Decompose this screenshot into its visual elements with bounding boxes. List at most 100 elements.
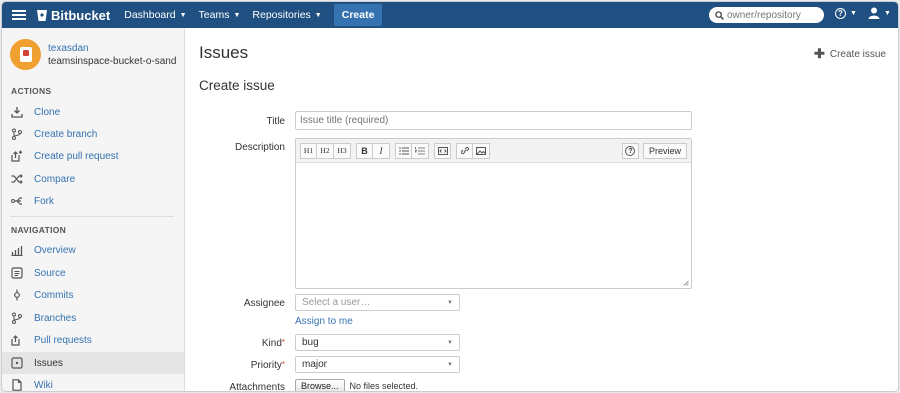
kind-label: Kind*: [261, 338, 285, 349]
branches-icon: [10, 311, 24, 325]
sidebar-item-label: Fork: [34, 195, 54, 207]
search-input[interactable]: [727, 9, 822, 21]
nav-repositories[interactable]: Repositories ▼: [252, 9, 321, 21]
search-icon: [715, 10, 724, 20]
sidebar-item-wiki[interactable]: Wiki: [2, 374, 184, 391]
bold-button[interactable]: B: [356, 142, 373, 159]
repo-avatar[interactable]: [10, 39, 41, 70]
sidebar-item-label: Overview: [34, 244, 76, 256]
sidebar: texasdan teamsinspace-bucket-o-sand ACTI…: [2, 28, 185, 391]
form-title: Create issue: [199, 78, 275, 93]
sidebar-item-fork[interactable]: Fork: [2, 190, 184, 212]
source-icon: [10, 266, 24, 280]
sidebar-item-create-branch[interactable]: Create branch: [2, 123, 184, 145]
editor-toolbar: H1 H2 H3 B I ? Preview: [296, 139, 691, 163]
repo-header: texasdan teamsinspace-bucket-o-sand: [10, 39, 176, 70]
compare-icon: [10, 172, 24, 186]
nav-repositories-label: Repositories: [252, 9, 311, 21]
user-menu[interactable]: ▼: [868, 7, 891, 19]
app-window: Bitbucket Dashboard ▼ Teams ▼ Repositories…: [1, 1, 899, 392]
divider: [10, 216, 174, 217]
plus-icon: ✚: [813, 46, 825, 61]
user-icon: [868, 7, 880, 19]
title-input[interactable]: [295, 111, 692, 130]
numbered-list-icon[interactable]: [412, 142, 429, 159]
sidebar-item-label: Branches: [34, 312, 77, 324]
main-content: Issues ✚ Create issue Create issue Title…: [186, 28, 898, 392]
resize-handle-icon[interactable]: [683, 280, 689, 286]
assign-to-me-link[interactable]: Assign to me: [295, 316, 353, 327]
h3-button[interactable]: H3: [334, 142, 351, 159]
sidebar-item-label: Wiki: [34, 379, 53, 391]
actions-heading: ACTIONS: [11, 86, 52, 96]
commits-icon: [10, 288, 24, 302]
priority-select[interactable]: major ▼: [295, 356, 460, 373]
no-files-text: No files selected.: [349, 381, 419, 391]
page-title: Issues: [199, 43, 249, 62]
branch-icon: [10, 127, 24, 141]
chevron-down-icon: ▼: [884, 9, 891, 17]
link-icon[interactable]: [456, 142, 473, 159]
navigation-heading: NAVIGATION: [11, 225, 67, 235]
description-editor[interactable]: H1 H2 H3 B I ? Preview: [295, 138, 692, 289]
sidebar-item-clone[interactable]: Clone: [2, 101, 184, 123]
create-button[interactable]: Create: [333, 4, 383, 26]
create-issue-label: Create issue: [829, 48, 886, 60]
top-nav: Bitbucket Dashboard ▼ Teams ▼ Repositories…: [2, 2, 898, 28]
help-menu[interactable]: ? ▼: [835, 8, 857, 19]
nav-dashboard[interactable]: Dashboard ▼: [124, 9, 186, 21]
code-icon[interactable]: [434, 142, 451, 159]
menu-icon[interactable]: [12, 10, 26, 20]
sidebar-item-label: Issues: [34, 357, 63, 369]
chevron-down-icon: ▼: [850, 10, 857, 17]
priority-label: Priority*: [250, 360, 285, 371]
repo-name[interactable]: teamsinspace-bucket-o-sand: [48, 56, 176, 67]
kind-value: bug: [302, 337, 319, 348]
nav-dashboard-label: Dashboard: [124, 9, 176, 21]
issues-icon: [10, 356, 24, 370]
assignee-select[interactable]: Select a user… ▼: [295, 294, 460, 311]
sidebar-item-create-pull-request[interactable]: Create pull request: [2, 145, 184, 167]
fork-icon: [10, 194, 24, 208]
priority-value: major: [302, 359, 328, 370]
create-issue-link[interactable]: ✚ Create issue: [814, 46, 886, 62]
chevron-down-icon: ▼: [179, 11, 187, 19]
sidebar-item-compare[interactable]: Compare: [2, 168, 184, 190]
help-glyph: ?: [625, 146, 636, 156]
nav-teams[interactable]: Teams ▼: [199, 9, 241, 21]
bullet-list-icon[interactable]: [395, 142, 412, 159]
sidebar-item-commits[interactable]: Commits: [2, 284, 184, 306]
sidebar-item-issues[interactable]: Issues: [2, 352, 184, 374]
sidebar-item-pull-requests[interactable]: Pull requests: [2, 329, 184, 351]
h1-button[interactable]: H1: [300, 142, 317, 159]
chevron-down-icon: ▼: [233, 11, 241, 19]
italic-button[interactable]: I: [373, 142, 390, 159]
chevron-down-icon: ▼: [314, 11, 322, 19]
sidebar-item-label: Create pull request: [34, 150, 119, 162]
sidebar-item-label: Pull requests: [34, 334, 92, 346]
bitbucket-logo[interactable]: Bitbucket: [36, 8, 110, 23]
nav-teams-label: Teams: [198, 9, 230, 21]
assignee-label: Assignee: [243, 298, 285, 309]
sidebar-item-source[interactable]: Source: [2, 262, 184, 284]
pull-requests-icon: [10, 333, 24, 347]
preview-button[interactable]: Preview: [642, 143, 687, 159]
attachments-label: Attachments: [229, 382, 285, 392]
wiki-icon: [10, 378, 24, 391]
sidebar-item-label: Commits: [34, 289, 74, 301]
owner-link[interactable]: texasdan: [48, 43, 176, 54]
h2-button[interactable]: H2: [317, 142, 334, 159]
image-icon[interactable]: [473, 142, 490, 159]
help-icon[interactable]: ?: [621, 143, 639, 159]
browse-button[interactable]: Browse...: [295, 379, 345, 391]
chevron-down-icon: ▼: [447, 299, 453, 306]
brand-label: Bitbucket: [51, 7, 111, 23]
sidebar-item-overview[interactable]: Overview: [2, 239, 184, 261]
help-icon: ?: [835, 8, 846, 19]
overview-icon: [10, 243, 24, 257]
assignee-placeholder: Select a user…: [302, 297, 371, 308]
kind-select[interactable]: bug ▼: [295, 334, 460, 351]
title-label: Title: [266, 116, 285, 127]
sidebar-item-branches[interactable]: Branches: [2, 307, 184, 329]
search-box[interactable]: [709, 7, 824, 23]
